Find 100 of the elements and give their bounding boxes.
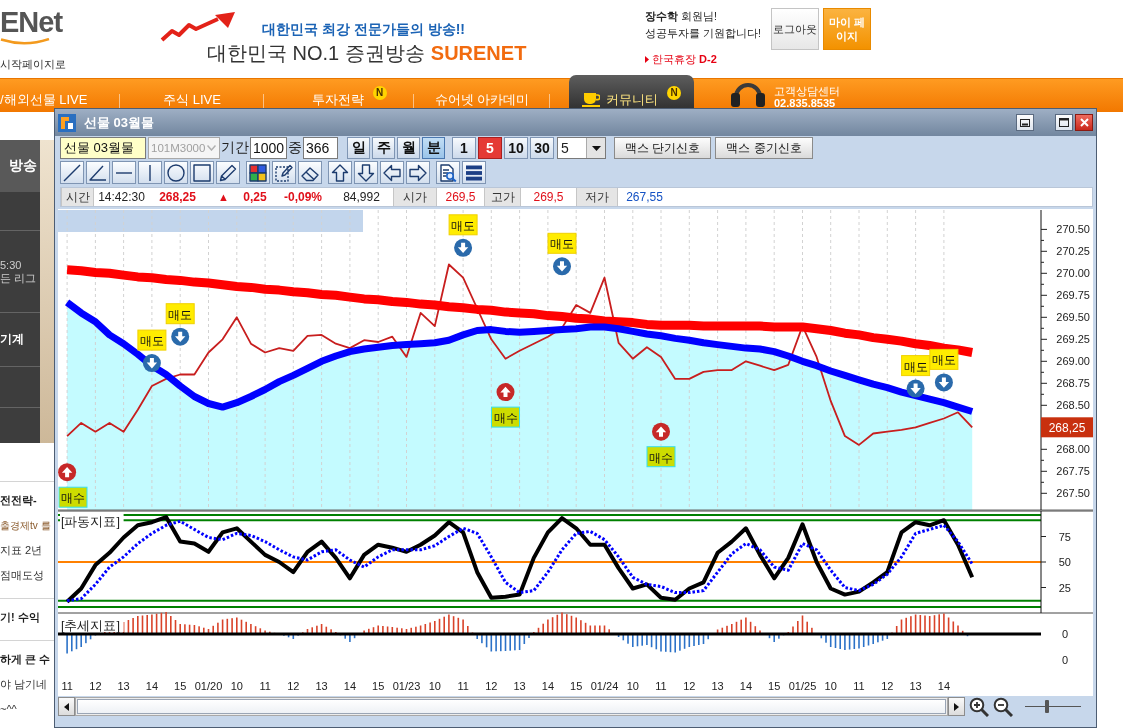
price-axis-label: 268.00 [1056,443,1090,456]
panel-title: [추세지표] [60,617,124,633]
new-badge: N [667,86,681,100]
right-arrow-button[interactable] [406,161,430,184]
line-tool-button[interactable] [60,161,84,184]
signal-button[interactable]: 맥스 중기신호 [715,137,813,159]
vertical-line-button[interactable] [138,161,162,184]
series-label: 매도 [139,334,164,349]
rectangle-tool-button[interactable] [190,161,214,184]
interval-button[interactable]: 10 [504,137,528,159]
minimize-icon [1020,118,1030,127]
banner-brand: SURENET [430,42,527,65]
scroll-right-button[interactable] [948,697,965,716]
eraser-button[interactable] [298,161,322,184]
color-grid-icon [249,163,267,182]
zoom-in-icon[interactable] [969,696,989,717]
news-link[interactable]: 출경제tv 를 [0,513,55,538]
time-axis-label: 10 [428,680,441,692]
series-label: 매수 [61,491,85,506]
price-axis-label: 268.50 [1056,399,1090,412]
time-axis-label: 10 [626,680,639,692]
vertical-line-icon [149,164,151,181]
minimize-button[interactable] [1016,114,1034,131]
site-logo[interactable]: ENet [0,7,63,37]
news-link[interactable]: 점매도성 [0,563,55,588]
pencil-tool-button[interactable] [216,161,240,184]
timeframe-button[interactable]: 월 [397,137,420,159]
interval-button[interactable]: 1 [452,137,476,159]
circle-tool-button[interactable] [164,161,188,184]
color-button[interactable] [246,161,270,184]
sell-signal-label: 매도 [929,348,959,370]
horizontal-line-button[interactable] [112,161,136,184]
news-link[interactable]: 지표 2년 [0,538,55,563]
sidebar-text[interactable]: 든 리그 [0,271,40,285]
period-field[interactable]: 1000 [250,137,287,159]
quote-label: 시간 [61,188,94,206]
down-arrow-button[interactable] [354,161,378,184]
time-axis-label: 12 [683,680,696,692]
greeting-text: 장수학 회원님! [645,9,718,24]
banner-title: 대한민국 NO.1 증권방송 [207,42,425,65]
menu-button[interactable] [462,161,486,184]
up-arrow-icon [331,163,349,182]
sidebar-text[interactable]: 5:30 [0,258,40,272]
slider-thumb[interactable] [1045,700,1050,713]
time-axis-label: 14 [343,680,356,692]
time-axis-label: 12 [485,680,498,692]
timeframe-button[interactable]: 분 [422,137,445,159]
sell-signal-label: 매도 [901,355,931,377]
menu-icon [465,163,483,182]
document-search-icon [439,163,457,182]
current-price-tag: 268,25 [1041,417,1093,438]
logout-button[interactable]: 로그아웃 [771,8,819,50]
right-triangle-icon [954,702,959,711]
time-axis-label: 14 [145,680,158,692]
news-link[interactable]: ~^^ [0,697,55,722]
time-axis-label: 15 [768,680,781,692]
interval-button[interactable]: 30 [530,137,554,159]
close-button[interactable] [1075,114,1093,131]
time-axis-label: 01/25 [788,680,817,692]
timeframe-button[interactable]: 일 [347,137,370,159]
sidebar-text[interactable]: 기계 [0,332,40,347]
chevron-down-icon [207,145,216,151]
document-search-button[interactable] [436,161,460,184]
left-arrow-button[interactable] [380,161,404,184]
time-axis-label: 13 [711,680,724,692]
interval-button[interactable]: 5 [478,137,502,159]
timeframe-button[interactable]: 주 [372,137,395,159]
up-arrow-button[interactable] [328,161,352,184]
price-axis-label: 267.75 [1056,465,1090,478]
angle-icon [89,163,107,182]
triangle-bullet-icon [645,56,649,63]
horizontal-line-icon [116,171,132,174]
time-axis-label: 14 [541,680,555,692]
time-axis-label: 11 [61,680,73,692]
time-axis-label: 15 [174,680,187,692]
news-link[interactable]: 야 남기네 [0,672,55,697]
scroll-left-button[interactable] [58,697,75,716]
symbol-field[interactable]: 선물 03월물 [60,137,146,159]
signal-button[interactable]: 맥스 단기신호 [614,137,711,159]
open-value: 269,5 [444,189,477,206]
time-axis-label: 01/23 [392,680,421,692]
circle-icon [167,163,185,182]
holiday-notice[interactable]: 한국휴장 D-2 [652,51,717,68]
price-axis-label: 269.25 [1056,333,1090,346]
section-heading: 방송 [0,140,40,192]
maximize-button[interactable] [1055,114,1073,131]
period-label: 기간 [221,139,249,157]
code-dropdown: 101M3000 [148,137,220,159]
price-axis-label: 270.25 [1056,245,1090,258]
interval-select[interactable]: 5 [557,137,606,159]
angle-tool-button[interactable] [86,161,110,184]
zoom-out-icon[interactable] [993,696,1013,717]
count-label: 중 [288,139,302,157]
rising-arrow-icon [160,12,235,42]
buy-signal-label: 매수 [58,486,88,508]
start-page-link[interactable]: 시작페이지로 [0,58,66,70]
edit-button[interactable] [272,161,296,184]
count-field[interactable]: 366 [303,137,338,159]
time-axis-label: 11 [259,680,271,692]
close-icon [1079,118,1089,127]
